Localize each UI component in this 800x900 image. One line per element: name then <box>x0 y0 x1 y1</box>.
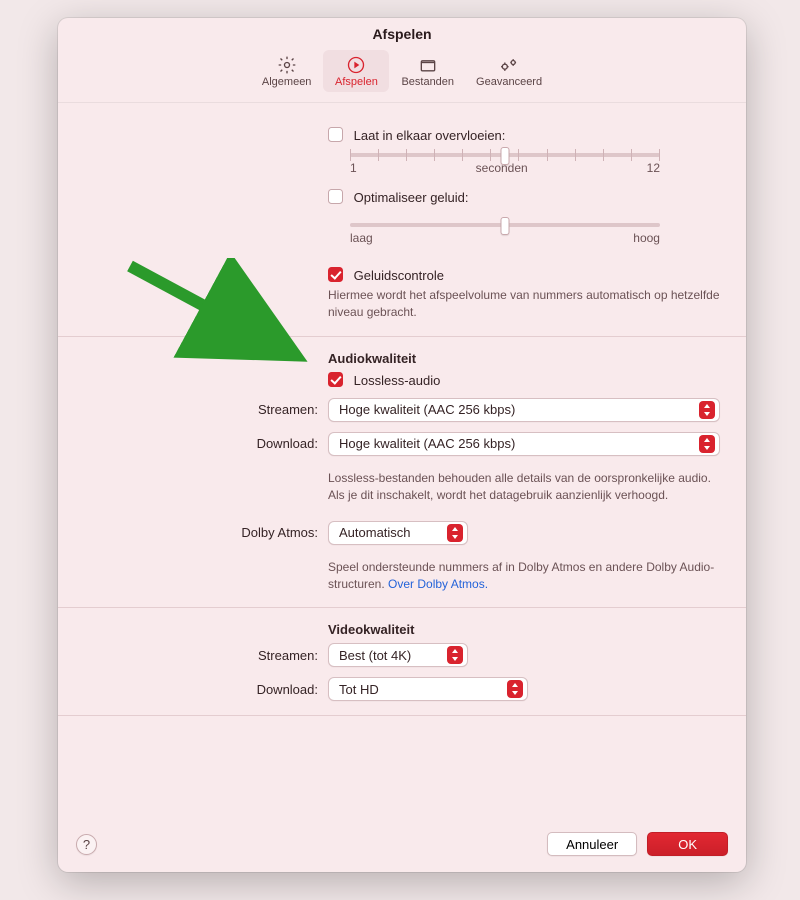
soundcheck-label: Geluidscontrole <box>354 268 444 283</box>
divider <box>58 715 746 716</box>
play-circle-icon <box>346 54 366 76</box>
soundcheck-checkbox[interactable] <box>328 267 343 282</box>
footer: ? Annuleer OK <box>58 817 746 872</box>
preferences-window: Afspelen Algemeen Afspelen Bestanden Gea… <box>58 18 746 872</box>
tab-algemeen[interactable]: Algemeen <box>252 50 322 92</box>
dolby-link[interactable]: Over Dolby Atmos. <box>388 577 488 591</box>
select-value: Hoge kwaliteit (AAC 256 kbps) <box>339 436 693 451</box>
dolby-label: Dolby Atmos: <box>84 525 328 540</box>
gears-icon <box>498 54 520 76</box>
select-value: Automatisch <box>339 525 441 540</box>
video-stream-label: Streamen: <box>84 648 328 663</box>
lossless-label: Lossless-audio <box>354 373 441 388</box>
audio-download-select[interactable]: Hoge kwaliteit (AAC 256 kbps) <box>328 432 720 456</box>
video-download-select[interactable]: Tot HD <box>328 677 528 701</box>
tab-label: Afspelen <box>335 76 378 88</box>
select-value: Tot HD <box>339 682 501 697</box>
divider <box>58 607 746 608</box>
soundcheck-desc: Hiermee wordt het afspeelvolume van numm… <box>328 287 720 322</box>
toolbar: Algemeen Afspelen Bestanden Geavanceerd <box>58 46 746 103</box>
crossfade-checkbox[interactable] <box>328 127 343 142</box>
chevron-updown-icon <box>699 435 715 453</box>
cancel-button[interactable]: Annuleer <box>547 832 637 856</box>
video-stream-select[interactable]: Best (tot 4K) <box>328 643 468 667</box>
tab-label: Geavanceerd <box>476 76 542 88</box>
tab-afspelen[interactable]: Afspelen <box>323 50 389 92</box>
tab-label: Algemeen <box>262 76 312 88</box>
crossfade-min: 1 <box>350 161 357 175</box>
optimize-low: laag <box>350 231 373 245</box>
select-value: Best (tot 4K) <box>339 648 441 663</box>
chevron-updown-icon <box>507 680 523 698</box>
download-label: Download: <box>84 436 328 451</box>
crossfade-max: 12 <box>647 161 660 175</box>
chevron-updown-icon <box>447 524 463 542</box>
videoquality-title: Videokwaliteit <box>328 622 720 637</box>
dolby-select[interactable]: Automatisch <box>328 521 468 545</box>
help-button[interactable]: ? <box>76 834 97 855</box>
video-download-label: Download: <box>84 682 328 697</box>
audioquality-title: Audiokwaliteit <box>328 351 720 366</box>
tab-label: Bestanden <box>401 76 454 88</box>
optimize-slider[interactable] <box>350 223 660 227</box>
folder-icon <box>418 54 438 76</box>
ok-button[interactable]: OK <box>647 832 728 856</box>
optimize-checkbox[interactable] <box>328 189 343 204</box>
optimize-high: hoog <box>633 231 660 245</box>
optimize-label: Optimaliseer geluid: <box>354 190 469 205</box>
audio-stream-select[interactable]: Hoge kwaliteit (AAC 256 kbps) <box>328 398 720 422</box>
tab-geavanceerd[interactable]: Geavanceerd <box>466 50 552 92</box>
stream-label: Streamen: <box>84 402 328 417</box>
lossless-desc: Lossless-bestanden behouden alle details… <box>328 470 720 505</box>
chevron-updown-icon <box>447 646 463 664</box>
gear-icon <box>277 54 297 76</box>
select-value: Hoge kwaliteit (AAC 256 kbps) <box>339 402 693 417</box>
tab-bestanden[interactable]: Bestanden <box>391 50 464 92</box>
crossfade-slider[interactable] <box>350 153 660 157</box>
divider <box>58 336 746 337</box>
crossfade-label: Laat in elkaar overvloeien: <box>354 128 506 143</box>
chevron-updown-icon <box>699 401 715 419</box>
content: Laat in elkaar overvloeien: 1 seconden 1… <box>58 103 746 817</box>
window-title: Afspelen <box>58 18 746 46</box>
dolby-desc: Speel ondersteunde nummers af in Dolby A… <box>328 559 720 594</box>
lossless-checkbox[interactable] <box>328 372 343 387</box>
